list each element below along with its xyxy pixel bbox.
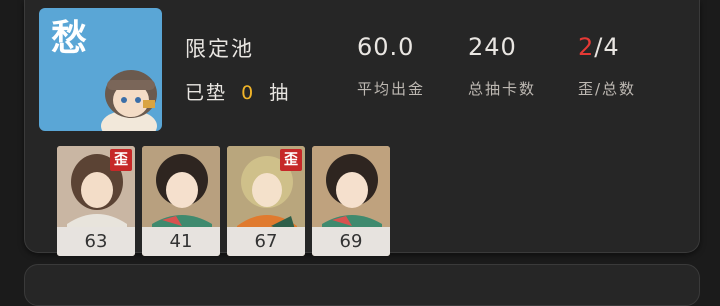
pull-count: 67 — [227, 227, 305, 256]
stat-total-pulls: 240 总抽卡数 — [468, 34, 536, 99]
stat-off-banner-count: 2 — [578, 33, 595, 61]
pity-count: 0 — [241, 82, 256, 104]
off-banner-badge: 歪 — [280, 149, 302, 171]
stat-total-pulls-label: 总抽卡数 — [468, 80, 537, 98]
stat-off-banner-label: 歪/总数 — [578, 80, 637, 98]
chibi-character-icon — [101, 70, 157, 131]
pity-counter: 已垫 0 抽 — [185, 78, 290, 105]
pity-prefix: 已垫 — [185, 82, 228, 104]
pull-thumbnail[interactable]: 69 — [312, 146, 390, 256]
stat-off-banner-value: 2/4 — [578, 34, 636, 60]
pool-name: 限定池 — [185, 37, 254, 61]
pity-suffix: 抽 — [269, 82, 291, 104]
stat-total-pulls-value: 240 — [468, 33, 517, 61]
pull-count: 63 — [57, 227, 135, 256]
next-pool-card — [24, 264, 700, 306]
pull-thumbnail[interactable]: 歪 63 — [57, 146, 135, 256]
pull-thumbnail[interactable]: 41 — [142, 146, 220, 256]
stat-off-banner-total: /4 — [594, 33, 620, 61]
pull-count: 69 — [312, 227, 390, 256]
stat-average: 60.0 平均出金 — [357, 34, 425, 99]
off-banner-badge: 歪 — [110, 149, 132, 171]
pull-thumbnail[interactable]: 歪 67 — [227, 146, 305, 256]
stat-average-value: 60.0 — [357, 33, 415, 61]
pull-count: 41 — [142, 227, 220, 256]
stat-off-banner: 2/4 歪/总数 — [578, 34, 636, 99]
pool-avatar: 愁 — [39, 8, 162, 131]
stat-average-label: 平均出金 — [357, 80, 426, 98]
